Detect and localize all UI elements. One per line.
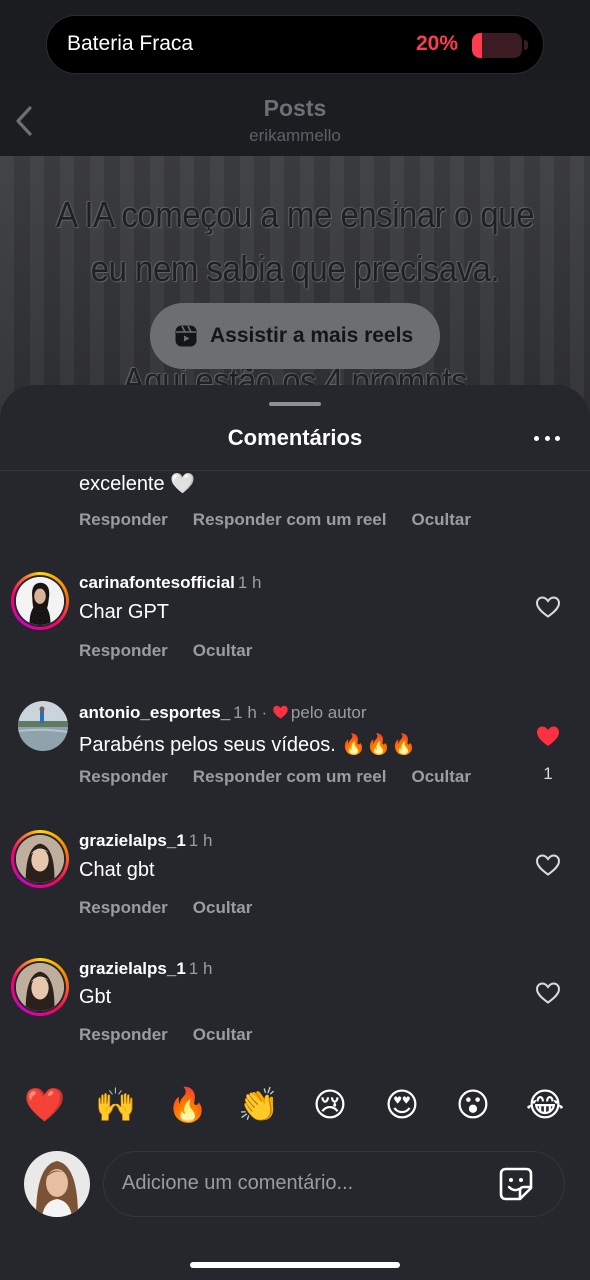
avatar-photo (16, 577, 64, 625)
reply-button[interactable]: Responder (79, 510, 168, 530)
like-heart-icon[interactable] (535, 981, 561, 1005)
hide-button[interactable]: Ocultar (411, 767, 471, 787)
avatar[interactable] (11, 830, 69, 888)
like-count: 1 (543, 764, 553, 783)
quick-reactions-bar: ❤️ 🙌 🔥 👏 😢 😍 😮 😂 (0, 1083, 590, 1129)
my-avatar (24, 1151, 90, 1217)
comment-actions: Responder Responder com um reel Ocultar (79, 510, 471, 530)
avatar[interactable] (18, 701, 68, 751)
hide-button[interactable]: Ocultar (411, 510, 471, 530)
hide-button[interactable]: Ocultar (193, 1025, 253, 1045)
comment-item: grazielalps_1 1 h Gbt Responder Ocultar (0, 957, 590, 1057)
low-battery-text: Bateria Fraca (67, 32, 194, 55)
hide-button[interactable]: Ocultar (193, 898, 253, 918)
post-title: Posts (263, 95, 327, 121)
comment-time: 1 h (188, 959, 213, 978)
comment-actions: Responder Ocultar (79, 1025, 252, 1045)
reply-button[interactable]: Responder (79, 898, 168, 918)
sheet-grabber-handle[interactable] (269, 402, 321, 406)
comment-input[interactable] (122, 1152, 482, 1215)
comment-time: 1 h (237, 573, 262, 592)
comment-username[interactable]: carinafontesofficial 1 h (79, 573, 262, 593)
comments-sheet: Comentários excelente 🤍 Responder Respon… (0, 385, 590, 1280)
reaction-raised-hands[interactable]: 🙌 (95, 1083, 136, 1127)
reaction-crying[interactable]: 😢 (310, 1083, 350, 1127)
battery-icon (472, 33, 522, 58)
reply-button[interactable]: Responder (79, 641, 168, 661)
comment-username[interactable]: grazielalps_1 1 h (79, 959, 212, 979)
post-username[interactable]: erikammello (0, 126, 590, 146)
battery-nub (524, 40, 528, 50)
avatar-photo (18, 701, 68, 751)
reply-button[interactable]: Responder (79, 1025, 168, 1045)
reaction-clap[interactable]: 👏 (238, 1083, 279, 1127)
comment-time: 1 h (188, 831, 213, 850)
liked-by-author-label: pelo autor (290, 703, 367, 722)
post-overlay-line-1: A IA começou a me ensinar o que (56, 194, 534, 235)
like-heart-icon[interactable] (535, 853, 561, 877)
battery-fill (472, 33, 482, 58)
avatar[interactable] (11, 572, 69, 630)
like-heart-icon[interactable] (535, 595, 561, 619)
post-overlay-line-2: eu nem sabia que precisava. (90, 248, 500, 289)
liked-heart-icon[interactable] (535, 724, 561, 748)
comment-text: Gbt (79, 986, 112, 1008)
comment-text: Chat gbt (79, 859, 155, 881)
liked-by-author-heart-icon (273, 705, 288, 719)
watch-more-reels-button[interactable]: Assistir a mais reels (150, 303, 440, 369)
avatar[interactable] (11, 958, 69, 1016)
more-options-icon[interactable] (532, 427, 562, 449)
watch-more-reels-label: Assistir a mais reels (210, 324, 414, 347)
comment-username[interactable]: grazielalps_1 1 h (79, 831, 212, 851)
comment-item: carinafontesofficial 1 h Char GPT Respond… (0, 571, 590, 671)
reaction-surprised[interactable]: 😮 (453, 1083, 493, 1127)
comment-text: Char GPT (79, 601, 170, 623)
comment-username[interactable]: antonio_esportes_ 1 h · pelo autor (79, 703, 367, 723)
reaction-fire[interactable]: 🔥 (167, 1083, 208, 1127)
reaction-heart[interactable]: ❤️ (24, 1083, 65, 1127)
comment-composer (103, 1151, 565, 1217)
comment-text: Parabéns pelos seus vídeos. 🔥🔥🔥 (79, 734, 417, 756)
reply-with-reel-button[interactable]: Responder com um reel (193, 767, 387, 787)
reels-icon (175, 325, 197, 347)
comment-item: antonio_esportes_ 1 h · pelo autor Parabé… (0, 701, 590, 801)
comment-text: excelente 🤍 (79, 473, 196, 495)
reaction-laughing[interactable]: 😂 (525, 1083, 565, 1127)
home-indicator[interactable] (190, 1262, 400, 1268)
hide-button[interactable]: Ocultar (193, 641, 253, 661)
battery-percent: 20% (416, 32, 459, 55)
low-battery-banner: Bateria Fraca 20% (46, 15, 544, 74)
reaction-heart-eyes[interactable]: 😍 (382, 1083, 422, 1127)
avatar-photo (16, 963, 64, 1011)
avatar-photo (16, 835, 64, 883)
sheet-title: Comentários (227, 425, 363, 450)
my-avatar-photo (24, 1151, 90, 1217)
comment-item: excelente 🤍 Responder Responder com um r… (0, 471, 590, 531)
comment-actions: Responder Responder com um reel Ocultar (79, 767, 471, 787)
comment-actions: Responder Ocultar (79, 898, 252, 918)
reply-button[interactable]: Responder (79, 767, 168, 787)
reply-with-reel-button[interactable]: Responder com um reel (193, 510, 387, 530)
comment-time: 1 h · (233, 703, 268, 722)
sticker-icon[interactable] (498, 1166, 534, 1202)
comment-actions: Responder Ocultar (79, 641, 252, 661)
comment-item: grazielalps_1 1 h Chat gbt Responder Ocul… (0, 829, 590, 929)
